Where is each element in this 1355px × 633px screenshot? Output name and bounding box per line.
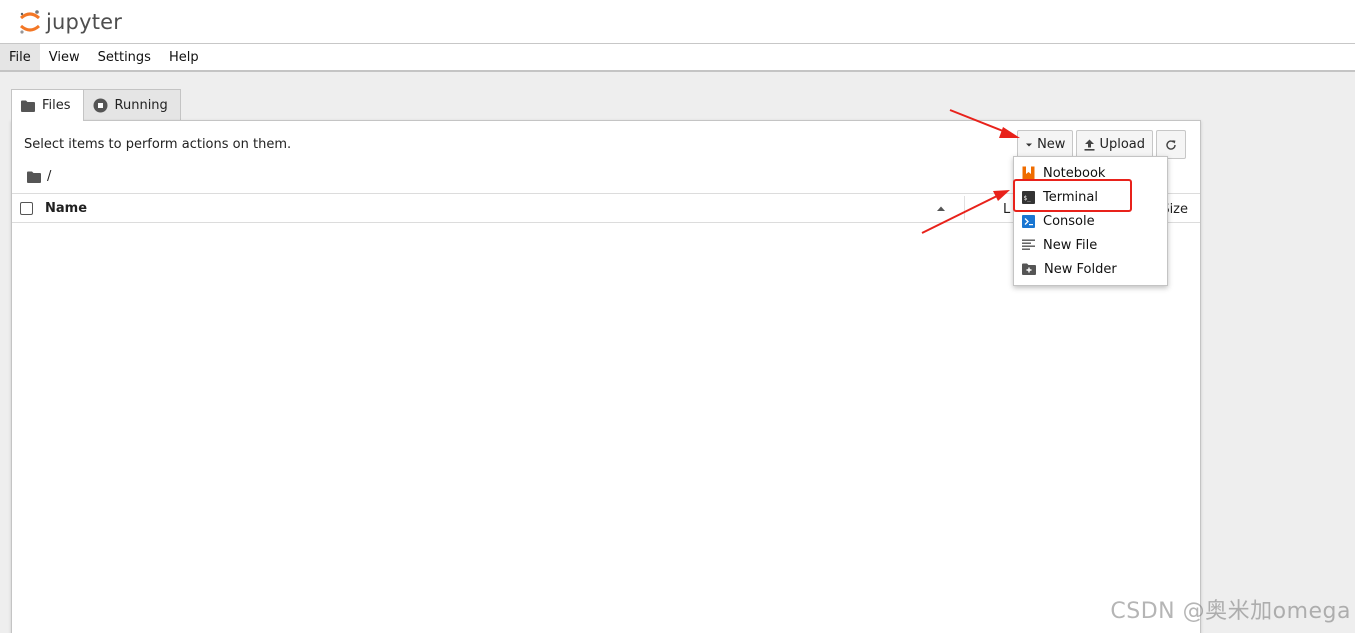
tab-files[interactable]: Files (11, 89, 84, 121)
column-last-modified[interactable]: L (1003, 202, 1010, 217)
breadcrumb-root[interactable]: / (47, 169, 51, 184)
menu-item-notebook[interactable]: Notebook (1014, 161, 1167, 185)
tab-running[interactable]: Running (82, 89, 181, 120)
folder-icon (21, 100, 35, 112)
column-name[interactable]: Name (45, 201, 87, 216)
jupyter-logo-icon (20, 9, 40, 34)
menu-view[interactable]: View (40, 44, 89, 70)
stop-circle-icon (93, 98, 108, 112)
select-all-checkbox[interactable] (20, 201, 33, 215)
console-icon (1022, 214, 1035, 228)
menu-item-notebook-label: Notebook (1043, 165, 1106, 181)
notebook-icon (1022, 166, 1035, 180)
menu-settings[interactable]: Settings (89, 44, 160, 70)
tab-files-label: Files (42, 98, 71, 113)
menu-bar: File View Settings Help (0, 44, 1355, 72)
menu-item-terminal-label: Terminal (1043, 189, 1098, 205)
watermark: CSDN @奥米加omega (1110, 599, 1351, 624)
new-button-label: New (1037, 137, 1066, 152)
folder-icon[interactable] (27, 171, 41, 183)
refresh-button[interactable] (1156, 130, 1186, 159)
logo-text: jupyter (46, 9, 123, 34)
text-file-icon (1022, 239, 1035, 250)
menu-file[interactable]: File (0, 44, 40, 70)
upload-button[interactable]: Upload (1076, 130, 1153, 159)
menu-item-console-label: Console (1043, 213, 1095, 229)
new-dropdown-menu: Notebook $_ Terminal Console New File Ne… (1013, 156, 1168, 286)
file-toolbar: New Upload (1017, 130, 1186, 159)
menu-item-console[interactable]: Console (1014, 209, 1167, 233)
selection-hint: Select items to perform actions on them. (24, 137, 292, 152)
jupyter-logo[interactable]: jupyter (18, 8, 122, 36)
menu-help[interactable]: Help (160, 44, 208, 70)
menu-item-new-file-label: New File (1043, 237, 1098, 253)
svg-text:$_: $_ (1024, 195, 1032, 202)
top-bar: jupyter (0, 0, 1355, 44)
caret-down-icon (1026, 143, 1033, 146)
tab-bar: Files Running (11, 89, 181, 121)
upload-icon (1084, 139, 1095, 151)
new-folder-icon (1022, 263, 1036, 275)
terminal-icon: $_ (1022, 190, 1035, 204)
column-divider (964, 196, 965, 220)
menu-item-new-folder-label: New Folder (1044, 261, 1117, 277)
refresh-icon (1166, 139, 1176, 150)
menu-item-new-folder[interactable]: New Folder (1014, 257, 1167, 281)
menu-item-new-file[interactable]: New File (1014, 233, 1167, 257)
new-button[interactable]: New (1017, 130, 1074, 159)
sort-ascending-icon[interactable] (936, 205, 946, 212)
tab-running-label: Running (114, 97, 168, 113)
menu-item-terminal[interactable]: $_ Terminal (1014, 185, 1167, 209)
upload-button-label: Upload (1099, 137, 1145, 152)
breadcrumb: / (27, 169, 51, 184)
